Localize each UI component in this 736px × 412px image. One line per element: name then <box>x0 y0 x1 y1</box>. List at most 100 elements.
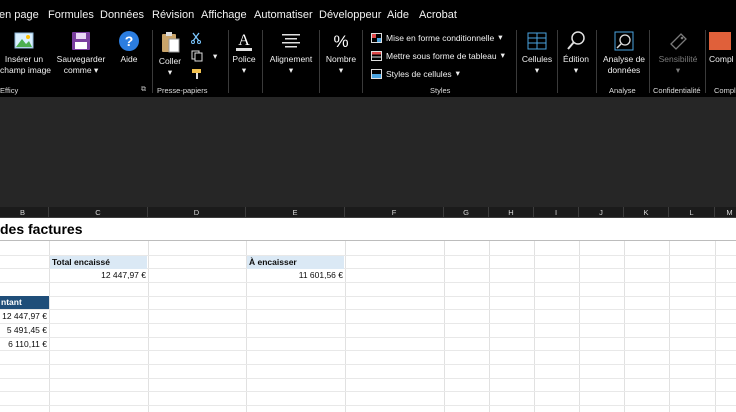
alignment-button[interactable]: Alignement ▾ <box>266 30 316 76</box>
gridline <box>0 378 736 379</box>
paste-button[interactable]: Coller ▾ <box>156 30 184 78</box>
gridline <box>624 218 625 412</box>
editing-button[interactable]: Édition ▾ <box>560 30 592 76</box>
gridline <box>148 218 149 412</box>
sheet-title: des factures <box>0 221 83 237</box>
gridline <box>715 218 716 412</box>
data-analysis-label-1: Analyse de <box>602 54 646 64</box>
cell-styles-button[interactable]: Styles de cellules ▾ <box>371 68 460 79</box>
title-underline <box>0 240 736 241</box>
image-icon <box>14 32 34 49</box>
table-row[interactable]: 6 110,11 € <box>0 338 49 351</box>
data-analysis-label-2: données <box>607 65 641 75</box>
cells-label: Cellules <box>521 54 553 64</box>
column-header-e[interactable]: E <box>246 207 345 218</box>
column-header-m[interactable]: M <box>715 207 736 218</box>
formula-area <box>0 97 736 207</box>
gridline <box>0 350 736 351</box>
font-button[interactable]: A Police ▾ <box>230 30 258 76</box>
compliance-group-label: Compl <box>714 86 736 95</box>
gridline <box>0 364 736 365</box>
conditional-formatting-button[interactable]: Mise en forme conditionnelle ▾ <box>371 32 502 43</box>
sensitivity-button[interactable]: Sensibilité ▾ <box>653 30 703 76</box>
styles-group-label: Styles <box>430 86 451 95</box>
column-header-k[interactable]: K <box>624 207 669 218</box>
menu-developpeur[interactable]: Développeur <box>319 9 381 21</box>
table-row[interactable]: 12 447,97 € <box>0 310 49 323</box>
number-button[interactable]: % Nombre ▾ <box>323 30 359 76</box>
gridline <box>0 391 736 392</box>
column-header-l[interactable]: L <box>669 207 715 218</box>
data-analysis-icon <box>614 31 634 51</box>
menu-acrobat[interactable]: Acrobat <box>419 9 457 21</box>
efficy-launcher-icon[interactable]: ⧉ <box>141 86 146 94</box>
column-header-f[interactable]: F <box>345 207 444 218</box>
a-encaisser-value[interactable]: 11 601,56 € <box>247 269 345 282</box>
number-label: Nombre <box>325 54 357 64</box>
table-format-icon <box>371 50 382 61</box>
gridline <box>0 296 736 297</box>
format-painter-icon[interactable] <box>191 68 203 80</box>
data-analysis-button[interactable]: Analyse de données <box>600 30 648 76</box>
save-as-button[interactable]: Sauvegarder comme ▾ <box>56 30 106 76</box>
gridline <box>49 218 50 412</box>
separator <box>262 30 263 93</box>
alignment-label: Alignement <box>269 54 313 64</box>
gridline <box>579 218 580 412</box>
menu-automatiser[interactable]: Automatiser <box>254 9 313 21</box>
column-header-h[interactable]: H <box>489 207 534 218</box>
compliance-icon <box>709 32 731 50</box>
gridline <box>345 218 346 412</box>
a-encaisser-label[interactable]: À encaisser <box>247 256 344 269</box>
menu-bar: en page Formules Données Révision Affich… <box>0 0 736 28</box>
insert-label-1: Insérer un <box>4 54 44 64</box>
gridline <box>0 282 736 283</box>
align-icon <box>282 34 300 48</box>
total-encaisse-label[interactable]: Total encaissé <box>50 256 147 269</box>
help-icon: ? <box>119 31 139 51</box>
gridline <box>0 405 736 406</box>
gridline <box>0 323 736 324</box>
table-row[interactable]: 5 491,45 € <box>0 324 49 337</box>
group-clipboard: Coller ▾ ▾ Presse-papiers <box>153 28 228 97</box>
sensitivity-label: Sensibilité <box>658 54 698 64</box>
gridline <box>534 218 535 412</box>
conditional-formatting-icon <box>371 32 382 43</box>
ribbon: Insérer un champ image Sauvegarder comme… <box>0 28 736 97</box>
cut-icon[interactable] <box>191 32 201 44</box>
menu-formules[interactable]: Formules <box>48 9 94 21</box>
total-encaisse-value[interactable]: 12 447,97 € <box>50 269 148 282</box>
compliance-button[interactable]: Compl <box>709 30 736 65</box>
gridline <box>489 218 490 412</box>
insert-image-field-button[interactable]: Insérer un champ image <box>0 30 51 76</box>
menu-mise-en-page[interactable]: en page <box>0 9 39 21</box>
efficy-group-label: Efficy <box>0 86 19 95</box>
menu-aide[interactable]: Aide <box>387 9 409 21</box>
column-header-i[interactable]: I <box>534 207 579 218</box>
gridline <box>669 218 670 412</box>
copy-icon[interactable]: ▾ <box>191 50 217 62</box>
cells-button[interactable]: Cellules ▾ <box>520 30 554 76</box>
menu-revision[interactable]: Révision <box>152 9 194 21</box>
column-header-j[interactable]: J <box>579 207 624 218</box>
column-headers: B C D E F G H I J K L M <box>0 207 736 218</box>
menu-affichage[interactable]: Affichage <box>201 9 247 21</box>
sensitivity-icon <box>670 33 687 50</box>
cell-styles-label: Styles de cellules <box>386 68 452 79</box>
clipboard-icon <box>162 32 180 53</box>
column-header-c[interactable]: C <box>49 207 148 218</box>
column-header-g[interactable]: G <box>444 207 489 218</box>
help-button[interactable]: ? Aide <box>114 30 144 65</box>
column-header-b[interactable]: B <box>0 207 49 218</box>
format-as-table-label: Mettre sous forme de tableau <box>386 50 497 61</box>
menu-donnees[interactable]: Données <box>100 9 144 21</box>
worksheet[interactable]: des factures Total encaissé 12 447,97 € … <box>0 218 736 412</box>
table-header-montant[interactable]: ntant <box>0 296 49 309</box>
separator <box>516 30 517 93</box>
save-icon <box>72 32 90 50</box>
column-header-d[interactable]: D <box>148 207 246 218</box>
separator <box>557 30 558 93</box>
group-analysis: Analyse de données Analyse <box>597 28 649 97</box>
separator <box>228 30 229 93</box>
format-as-table-button[interactable]: Mettre sous forme de tableau ▾ <box>371 50 505 61</box>
